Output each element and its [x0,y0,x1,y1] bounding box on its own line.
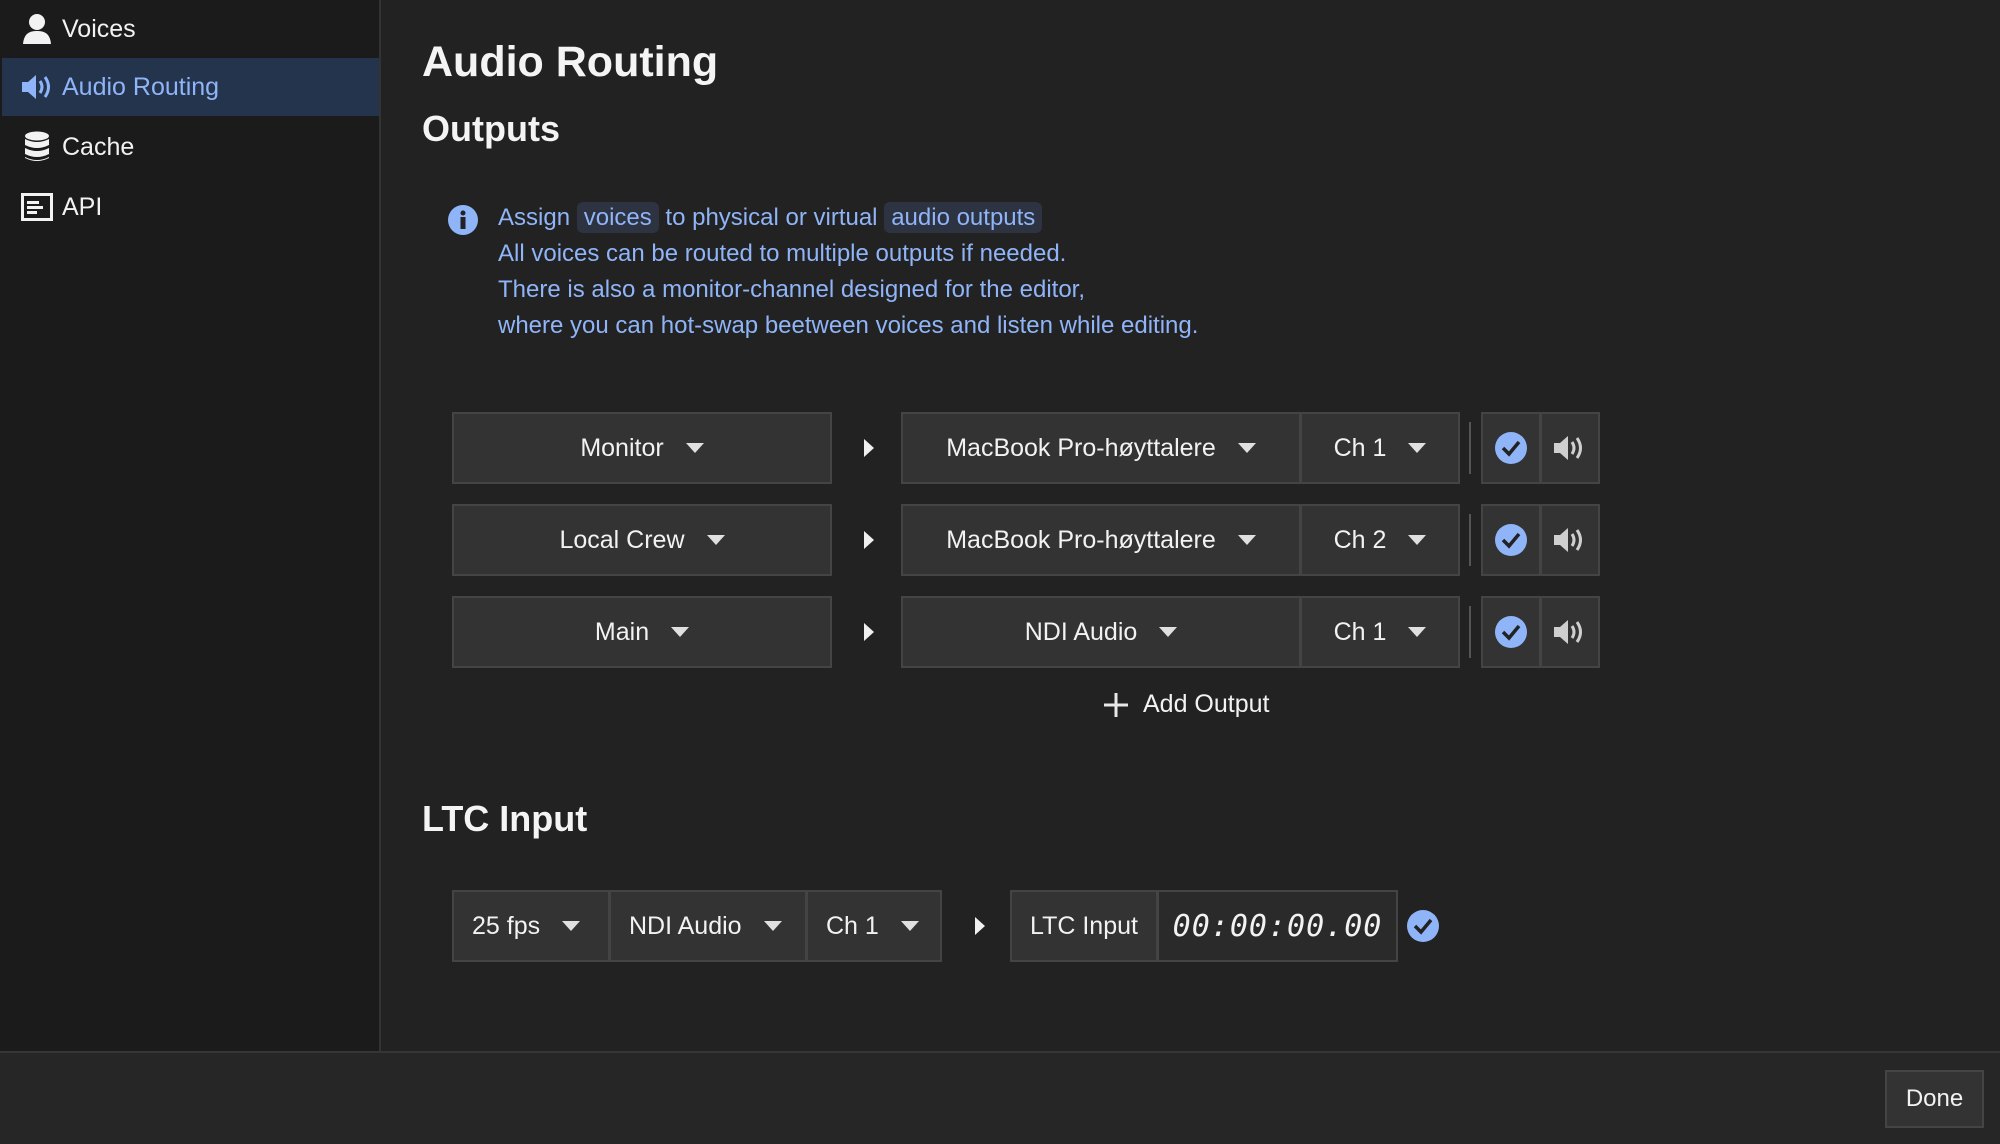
sidebar-item-label: API [62,192,103,221]
arrow-right-icon [864,623,874,641]
device-select[interactable]: MacBook Pro-høyttalere [901,412,1301,484]
sidebar-item-label: Voices [62,14,136,43]
sidebar-item-label: Cache [62,132,135,161]
device-select-value: MacBook Pro-høyttalere [946,433,1216,462]
sidebar-item-api[interactable]: API [2,178,379,236]
ltc-device-select[interactable]: NDI Audio [609,890,807,962]
channel-select[interactable]: Ch 2 [1300,504,1460,576]
database-icon [20,130,54,164]
footer-bar: Done [0,1051,2000,1144]
chevron-down-icon [1408,443,1427,453]
ltc-input-label-box: LTC Input [1010,890,1158,962]
outputs-heading: Outputs [422,108,560,149]
speaker-icon [1554,436,1582,460]
enable-toggle[interactable] [1481,412,1541,484]
page-title: Audio Routing [422,38,719,86]
device-select[interactable]: NDI Audio [901,596,1301,668]
sidebar-item-cache[interactable]: Cache [2,118,379,176]
check-circle-icon [1406,909,1440,948]
monitor-button[interactable] [1540,504,1600,576]
chevron-down-icon [763,921,782,931]
voice-select[interactable]: Local Crew [452,504,832,576]
chevron-down-icon [1237,535,1256,545]
api-icon [20,190,54,224]
voice-select-value: Local Crew [559,525,685,554]
divider [1469,422,1471,474]
add-output-label: Add Output [1143,690,1270,718]
chevron-down-icon [706,535,725,545]
chevron-down-icon [685,443,704,453]
monitor-button[interactable] [1540,596,1600,668]
sidebar-item-label: Audio Routing [62,72,220,101]
speaker-icon [1554,620,1582,644]
chevron-down-icon [1408,535,1427,545]
check-circle-icon [1495,616,1527,648]
chevron-down-icon [1159,627,1178,637]
info-text: to physical or virtual [665,204,878,231]
voice-select-value: Main [594,617,650,646]
add-output-button[interactable]: Add Output [1103,690,1269,719]
device-select-value: NDI Audio [1024,617,1138,646]
timecode-value: 00:00:00.00 [1172,908,1383,944]
ltc-channel-select-value: Ch 1 [826,911,879,940]
info-icon [447,204,479,247]
sidebar: Voices Audio Routing Cache API [0,0,381,1051]
ltc-heading: LTC Input [422,798,588,839]
ltc-channel-select[interactable]: Ch 1 [806,890,942,962]
voices-tag: voices [576,202,659,233]
channel-select-value: Ch 1 [1333,433,1387,462]
info-text: There is also a monitor-channel designed… [498,276,1086,303]
divider [1469,514,1471,566]
channel-select[interactable]: Ch 1 [1300,412,1460,484]
info-text: All voices can be routed to multiple out… [498,240,1067,267]
sidebar-item-voices[interactable]: Voices [2,0,379,58]
arrow-right-icon [864,531,874,549]
plus-icon [1104,692,1128,717]
done-button[interactable]: Done [1885,1070,1984,1128]
arrow-right-icon [864,439,874,457]
chevron-down-icon [900,921,919,931]
arrow-right-icon [975,917,985,935]
info-box: Assign voices to physical or virtual aud… [448,200,1351,344]
check-circle-icon [1495,524,1527,556]
ltc-device-select-value: NDI Audio [629,911,742,940]
device-select-value: MacBook Pro-høyttalere [946,525,1216,554]
device-select[interactable]: MacBook Pro-høyttalere [901,504,1301,576]
speaker-icon [20,70,54,104]
ltc-timecode-display: 00:00:00.00 [1157,890,1398,962]
main-content: Audio Routing Outputs Assign voices to p… [383,0,2000,1051]
voice-select[interactable]: Main [452,596,832,668]
speaker-icon [1554,528,1582,552]
chevron-down-icon [562,921,581,931]
voice-select[interactable]: Monitor [452,412,832,484]
voice-select-value: Monitor [580,433,664,462]
channel-select-value: Ch 1 [1333,617,1387,646]
monitor-button[interactable] [1540,412,1600,484]
chevron-down-icon [1408,627,1427,637]
fps-select[interactable]: 25 fps [452,890,610,962]
enable-toggle[interactable] [1481,596,1541,668]
user-icon [20,12,54,46]
audio-outputs-tag: audio outputs [884,202,1043,233]
info-text: where you can hot-swap beetween voices a… [498,312,1199,339]
channel-select[interactable]: Ch 1 [1300,596,1460,668]
ltc-input-label: LTC Input [1030,911,1138,940]
divider [1469,606,1471,658]
enable-toggle[interactable] [1481,504,1541,576]
channel-select-value: Ch 2 [1333,525,1387,554]
fps-select-value: 25 fps [472,911,541,940]
sidebar-item-audio-routing[interactable]: Audio Routing [2,58,379,116]
chevron-down-icon [1237,443,1256,453]
check-circle-icon [1495,432,1527,464]
chevron-down-icon [671,627,690,637]
info-text: Assign [498,204,571,231]
